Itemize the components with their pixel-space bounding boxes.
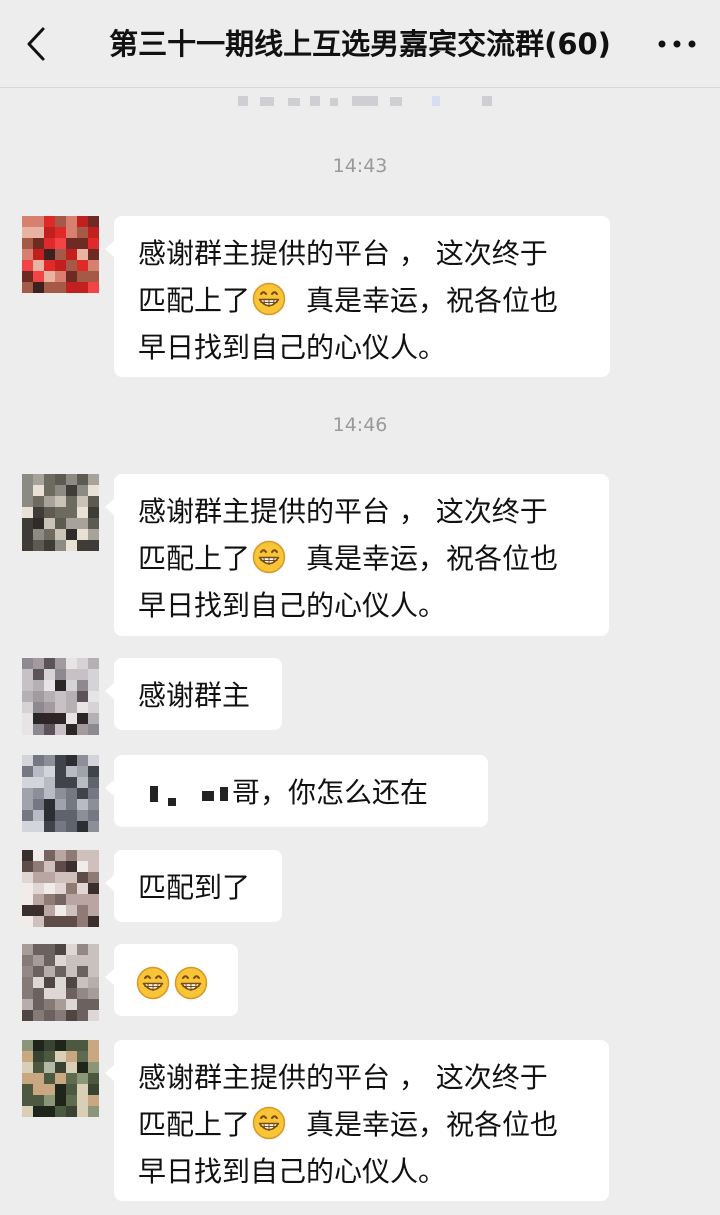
chat-header: 第三十一期线上互选男嘉宾交流群(60) bbox=[0, 0, 720, 88]
more-dots-icon bbox=[658, 40, 696, 48]
more-options-button[interactable] bbox=[652, 24, 702, 64]
message-text: 匹配到了 bbox=[138, 871, 251, 904]
message-text: 早日找到自己的心仪人。 bbox=[138, 589, 447, 622]
message-text: 早日找到自己的心仪人。 bbox=[138, 1155, 447, 1188]
redacted-notice bbox=[180, 92, 580, 112]
message-text: 早日找到自己的心仪人。 bbox=[138, 331, 447, 364]
avatar[interactable] bbox=[22, 944, 99, 1021]
message-text: 真是幸运，祝各位也 bbox=[306, 542, 559, 575]
message-text: 真是幸运，祝各位也 bbox=[306, 1108, 559, 1141]
grinning-face-emoji bbox=[252, 282, 286, 316]
back-button[interactable] bbox=[16, 20, 56, 68]
redacted-name bbox=[150, 786, 158, 802]
message-bubble[interactable]: 哥，你怎么还在 bbox=[105, 755, 488, 827]
message-bubble[interactable]: 感谢群主提供的平台 ， 这次终于 匹配上了 真是幸运，祝各位也 早日找到自己的心仪… bbox=[105, 1040, 609, 1201]
message-text: 匹配上了 bbox=[138, 1108, 251, 1141]
message-text: 哥，你怎么还在 bbox=[232, 776, 429, 809]
message-bubble[interactable]: 感谢群主 bbox=[105, 658, 282, 730]
message-text: 感谢群主 bbox=[138, 679, 251, 712]
message-text: 感谢群主提供的平台 ， 这次终于 bbox=[138, 237, 548, 270]
avatar[interactable] bbox=[22, 1040, 99, 1117]
avatar[interactable] bbox=[22, 474, 99, 551]
timestamp: 14:46 bbox=[332, 414, 388, 436]
chevron-left-icon bbox=[27, 27, 45, 61]
message-bubble[interactable]: 感谢群主提供的平台 ， 这次终于 匹配上了 真是幸运，祝各位也 早日找到自己的心仪… bbox=[105, 216, 610, 377]
avatar[interactable] bbox=[22, 850, 99, 927]
message-bubble[interactable]: 感谢群主提供的平台 ， 这次终于 匹配上了 真是幸运，祝各位也 早日找到自己的心仪… bbox=[105, 474, 609, 636]
timestamp: 14:43 bbox=[332, 155, 388, 177]
message-text: 匹配上了 bbox=[138, 542, 251, 575]
message-bubble[interactable]: 匹配到了 bbox=[105, 850, 282, 922]
grinning-face-emoji bbox=[136, 966, 170, 1000]
message-text: 真是幸运，祝各位也 bbox=[306, 284, 559, 317]
message-text: 感谢群主提供的平台 ， 这次终于 bbox=[138, 1061, 548, 1094]
avatar[interactable] bbox=[22, 755, 99, 832]
avatar[interactable] bbox=[22, 658, 99, 735]
avatar[interactable] bbox=[22, 216, 99, 293]
message-text: 匹配上了 bbox=[138, 284, 251, 317]
grinning-face-emoji bbox=[252, 1106, 286, 1140]
chat-title: 第三十一期线上互选男嘉宾交流群(60) bbox=[109, 27, 611, 61]
grinning-face-emoji bbox=[252, 540, 286, 574]
message-text: 感谢群主提供的平台 ， 这次终于 bbox=[138, 495, 548, 528]
grinning-face-emoji bbox=[174, 966, 208, 1000]
message-bubble[interactable] bbox=[105, 944, 238, 1016]
